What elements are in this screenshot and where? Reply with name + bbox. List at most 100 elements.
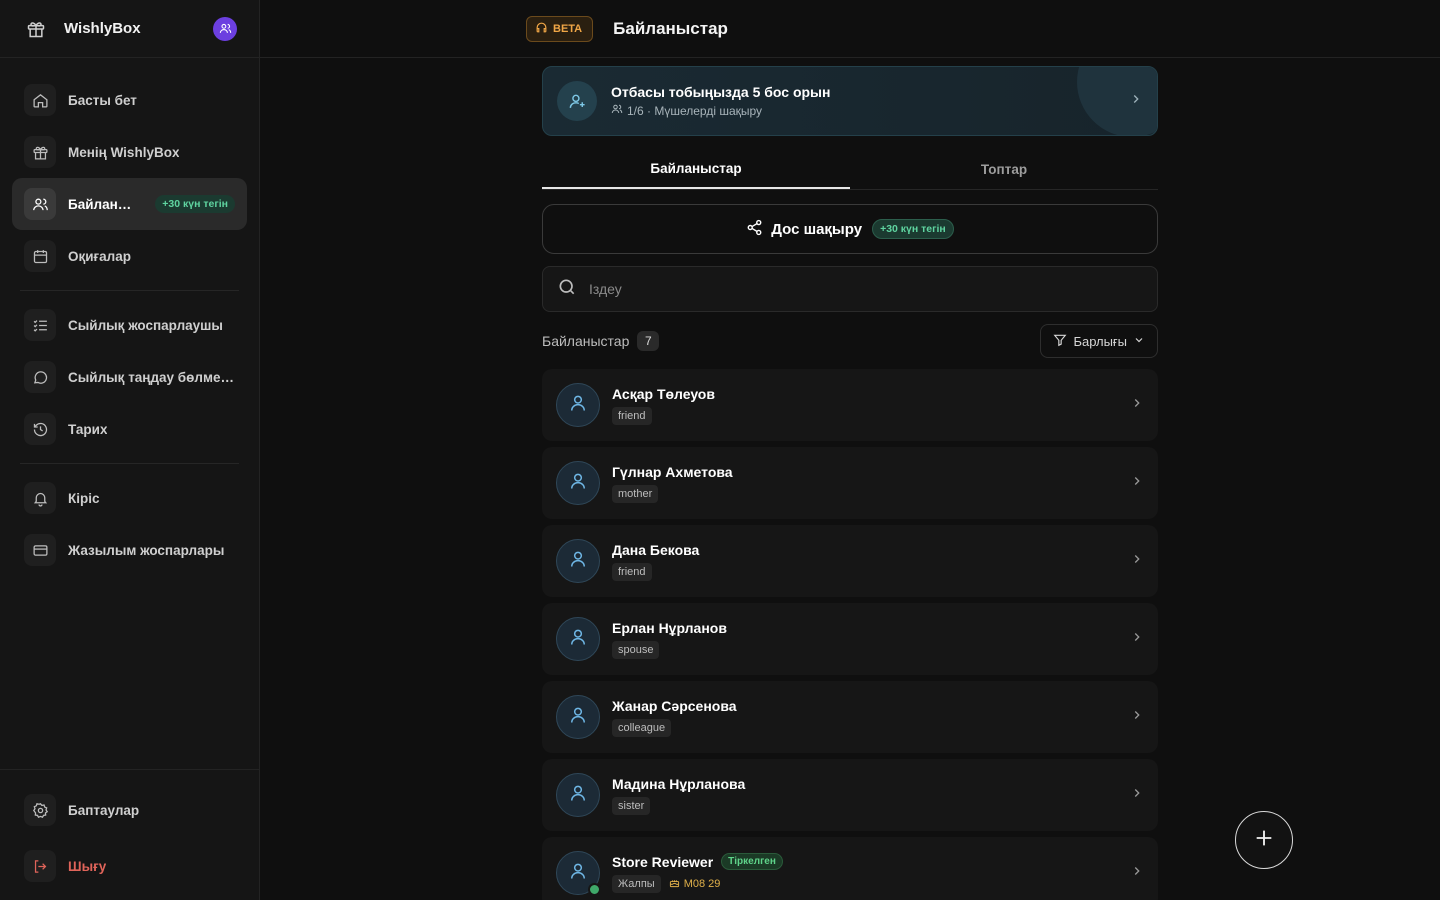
bell-icon	[24, 482, 56, 514]
avatar	[556, 383, 600, 427]
chevron-right-icon	[1130, 786, 1144, 805]
sidebar-item-history[interactable]: Тарих	[12, 403, 247, 455]
contact-name: Store Reviewer	[612, 853, 714, 870]
sidebar-item-label: Сыйлық таңдау бөлмелері	[68, 369, 234, 385]
contacts-list-header: Байланыстар 7 Барлығы	[542, 324, 1158, 358]
sidebar-item-home[interactable]: Басты бет	[12, 74, 247, 126]
user-icon	[568, 783, 588, 808]
top-header: BETA Байланыстар	[260, 0, 1440, 58]
contacts-list: Асқар Төлеуов friend Гүлнар Ахметова mot…	[542, 369, 1158, 900]
avatar	[556, 695, 600, 739]
calendar-icon	[24, 240, 56, 272]
sidebar-item-subscription-plans[interactable]: Жазылым жоспарлары	[12, 524, 247, 576]
add-user-icon	[557, 81, 597, 121]
filter-label: Барлығы	[1073, 333, 1127, 349]
sidebar-item-gift-rooms[interactable]: Сыйлық таңдау бөлмелері	[12, 351, 247, 403]
main-nav: Басты бет Менің WishlyBox Байланыстар +3…	[0, 58, 259, 576]
contact-name: Ерлан Нұрланов	[612, 619, 727, 636]
contact-name: Мадина Нұрланова	[612, 775, 746, 792]
filter-dropdown[interactable]: Барлығы	[1040, 324, 1158, 358]
user-icon	[568, 549, 588, 574]
search-icon	[557, 277, 577, 302]
contact-name: Гүлнар Ахметова	[612, 463, 733, 480]
app-name[interactable]: WishlyBox	[64, 20, 141, 37]
chevron-right-icon	[1130, 708, 1144, 727]
sidebar-item-inbox[interactable]: Кіріс	[12, 472, 247, 524]
list-item[interactable]: Асқар Төлеуов friend	[542, 369, 1158, 441]
add-contact-button[interactable]	[1235, 811, 1293, 869]
banner-decoration	[1077, 67, 1157, 135]
logout-icon	[24, 850, 56, 882]
invite-friend-button[interactable]: Дос шақыру +30 күн тегін	[542, 204, 1158, 254]
sidebar-item-events[interactable]: Оқиғалар	[12, 230, 247, 282]
members-icon	[611, 103, 623, 118]
chevron-right-icon	[1129, 92, 1143, 111]
relation-tag: sister	[612, 796, 651, 815]
sidebar-item-label: Баптаулар	[68, 802, 140, 818]
chevron-right-icon	[1130, 474, 1144, 493]
list-item[interactable]: Ерлан Нұрланов spouse	[542, 603, 1158, 675]
family-group-banner[interactable]: Отбасы тобыңызда 5 бос орын 1/6 · Мүшеле…	[542, 66, 1158, 136]
chevron-right-icon	[1130, 864, 1144, 883]
chevron-right-icon	[1130, 396, 1144, 415]
tab-contacts[interactable]: Байланыстар	[542, 150, 850, 189]
brand-bar: WishlyBox	[0, 0, 259, 58]
contact-name: Жанар Сәрсенова	[612, 697, 737, 714]
team-switcher-icon[interactable]	[213, 16, 237, 41]
search-input[interactable]	[589, 281, 1089, 297]
list-item[interactable]: Дана Бекова friend	[542, 525, 1158, 597]
plus-icon	[1253, 827, 1275, 854]
avatar	[556, 851, 601, 896]
share-icon	[746, 219, 763, 240]
invite-label: Дос шақыру	[771, 220, 863, 238]
beta-badge[interactable]: BETA	[526, 15, 594, 42]
relation-tag: mother	[612, 484, 659, 503]
user-icon	[568, 471, 588, 496]
sidebar-item-label: Оқиғалар	[68, 248, 132, 264]
free-days-badge: +30 күн тегін	[155, 195, 235, 213]
chevron-right-icon	[1130, 552, 1144, 571]
main-content: Отбасы тобыңызда 5 бос орын 1/6 · Мүшеле…	[542, 58, 1158, 900]
chat-icon	[24, 361, 56, 393]
list-item[interactable]: Store Reviewer Тіркелген Жалпы M08 29	[542, 837, 1158, 900]
history-icon	[24, 413, 56, 445]
sidebar-item-label: Кіріс	[68, 490, 100, 506]
home-icon	[24, 84, 56, 116]
beta-label: BETA	[553, 22, 583, 35]
relation-tag: friend	[612, 562, 652, 581]
sidebar-item-my-wishlybox[interactable]: Менің WishlyBox	[12, 126, 247, 178]
sidebar-item-label: Байланыстар	[68, 196, 138, 212]
chevron-right-icon	[1130, 630, 1144, 649]
online-status-dot	[588, 883, 601, 896]
list-item[interactable]: Жанар Сәрсенова colleague	[542, 681, 1158, 753]
user-icon	[568, 393, 588, 418]
relation-tag: colleague	[612, 718, 672, 737]
contacts-list-title: Байланыстар	[542, 333, 630, 349]
sidebar-item-contacts[interactable]: Байланыстар +30 күн тегін	[12, 178, 247, 230]
sidebar-item-settings[interactable]: Баптаулар	[12, 782, 247, 838]
logout-label: Шығу	[68, 858, 107, 874]
page-title: Байланыстар	[613, 18, 728, 38]
list-item[interactable]: Гүлнар Ахметова mother	[542, 447, 1158, 519]
relation-tag: Жалпы	[612, 875, 661, 893]
sidebar-item-gift-planner[interactable]: Сыйлық жоспарлаушы	[12, 299, 247, 351]
search-box	[542, 266, 1158, 312]
avatar	[556, 773, 600, 817]
list-item[interactable]: Мадина Нұрланова sister	[542, 759, 1158, 831]
contacts-tabs: Байланыстар Топтар	[542, 150, 1158, 190]
family-banner-title: Отбасы тобыңызда 5 бос орын	[611, 84, 831, 100]
registered-badge: Тіркелген	[721, 853, 783, 870]
event-date-text: M08 29	[683, 878, 721, 890]
filter-icon	[1053, 333, 1067, 350]
card-icon	[24, 534, 56, 566]
tab-groups[interactable]: Топтар	[850, 150, 1158, 189]
family-banner-subtitle: 1/6 · Мүшелерді шақыру	[627, 103, 763, 118]
gift-icon	[24, 136, 56, 168]
relation-tag: friend	[612, 406, 652, 425]
contact-name: Дана Бекова	[612, 541, 700, 558]
gift-logo-icon	[24, 17, 48, 41]
relation-tag: spouse	[612, 640, 660, 659]
contact-name: Асқар Төлеуов	[612, 385, 715, 402]
logout-button[interactable]: Шығу	[12, 838, 247, 894]
divider	[20, 290, 239, 291]
